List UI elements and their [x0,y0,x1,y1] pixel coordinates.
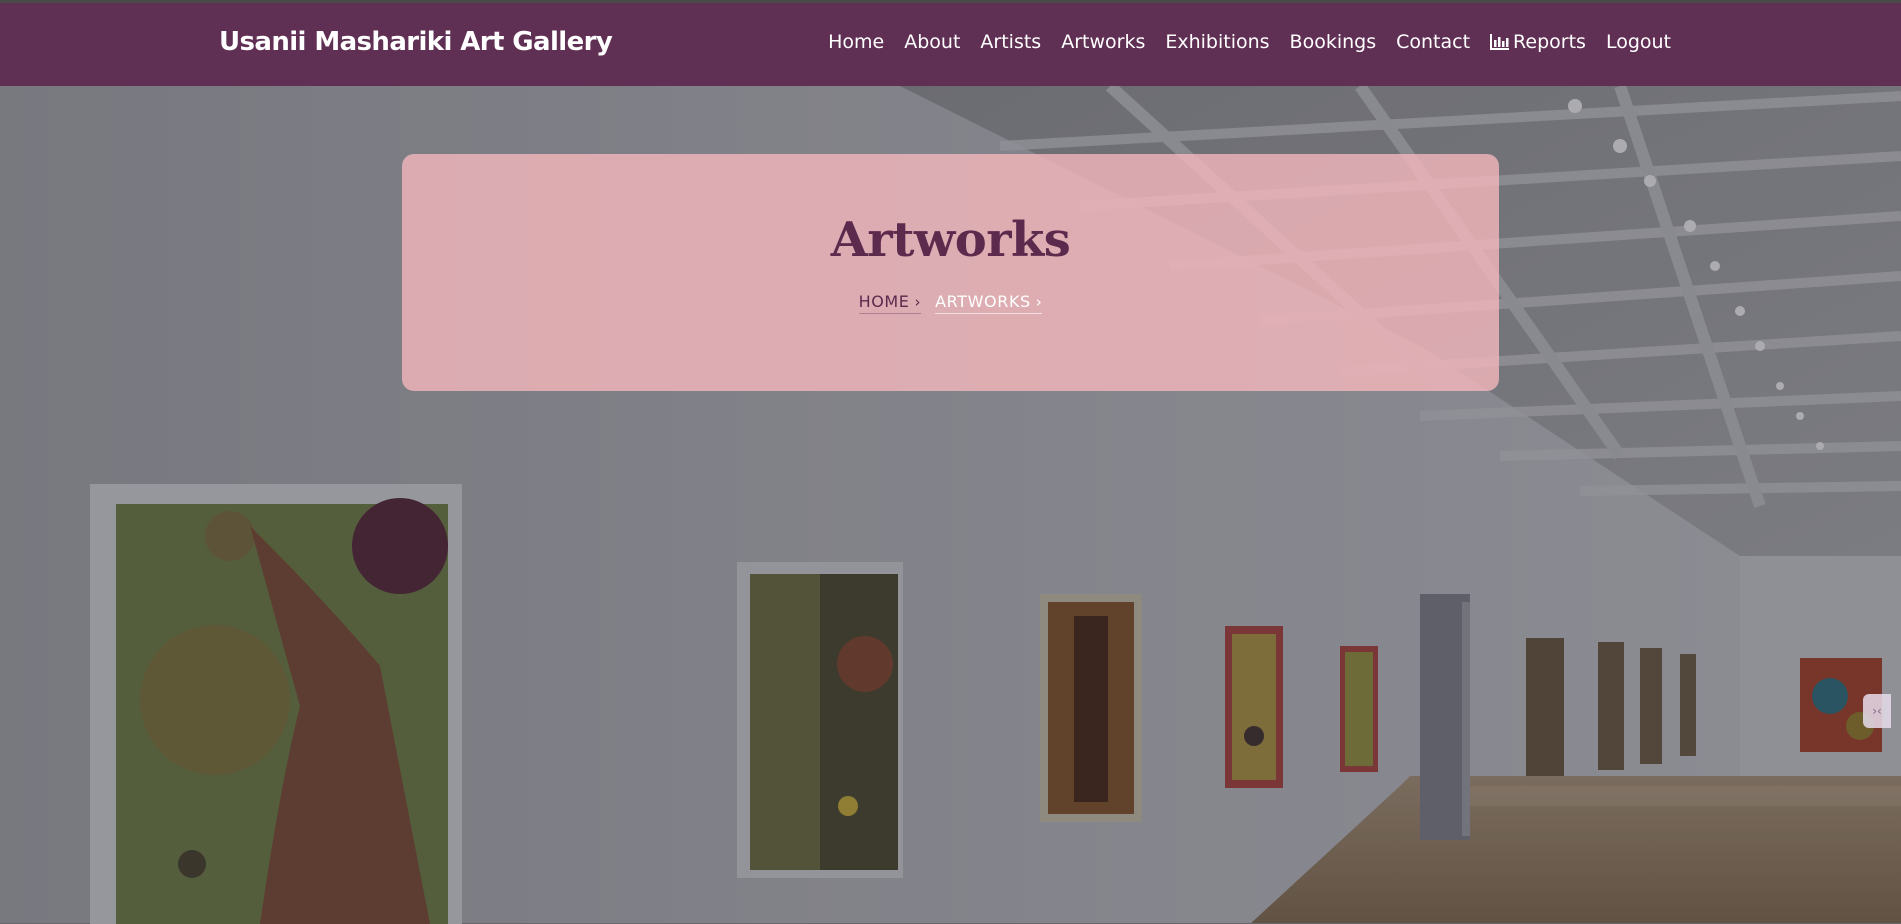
chevron-right-icon: › [1035,292,1043,311]
nav-item-contact: Contact [1396,31,1470,53]
nav-link-contact[interactable]: Contact [1396,31,1470,53]
nav-item-exhibitions: Exhibitions [1165,31,1269,53]
breadcrumb: HOME › ARTWORKS › [402,292,1499,314]
breadcrumb-artworks-label: ARTWORKS [935,292,1031,311]
breadcrumb-home-label: HOME [858,292,910,311]
nav-link-home[interactable]: Home [828,31,884,53]
breadcrumb-artworks[interactable]: ARTWORKS › [935,292,1043,314]
nav-link-reports[interactable]: Reports [1490,31,1586,53]
chevron-right-icon: › [914,292,922,311]
nav-item-bookings: Bookings [1290,31,1377,53]
nav-link-artworks[interactable]: Artworks [1061,31,1145,53]
nav-item-about: About [904,31,960,53]
nav-link-bookings[interactable]: Bookings [1290,31,1377,53]
nav-reports-label: Reports [1513,31,1586,53]
side-widget-tab[interactable]: ›‹ [1863,694,1891,728]
navbar: Usanii Mashariki Art Gallery Home About … [0,0,1901,86]
nav-item-home: Home [828,31,884,53]
brand-logo-text[interactable]: Usanii Mashariki Art Gallery [219,27,613,57]
breadcrumb-home[interactable]: HOME › [858,292,922,314]
nav-item-reports: Reports [1490,31,1586,53]
nav-item-artists: Artists [980,31,1041,53]
nav-link-logout[interactable]: Logout [1606,31,1671,53]
nav-link-exhibitions[interactable]: Exhibitions [1165,31,1269,53]
nav-link-artists[interactable]: Artists [980,31,1041,53]
nav-link-about[interactable]: About [904,31,960,53]
nav-item-artworks: Artworks [1061,31,1145,53]
page-header-card: Artworks HOME › ARTWORKS › [402,154,1499,391]
main-nav: Home About Artists Artworks Exhibitions … [828,31,1671,53]
bar-chart-icon [1490,34,1510,50]
nav-item-logout: Logout [1606,31,1671,53]
page-title: Artworks [830,212,1071,268]
